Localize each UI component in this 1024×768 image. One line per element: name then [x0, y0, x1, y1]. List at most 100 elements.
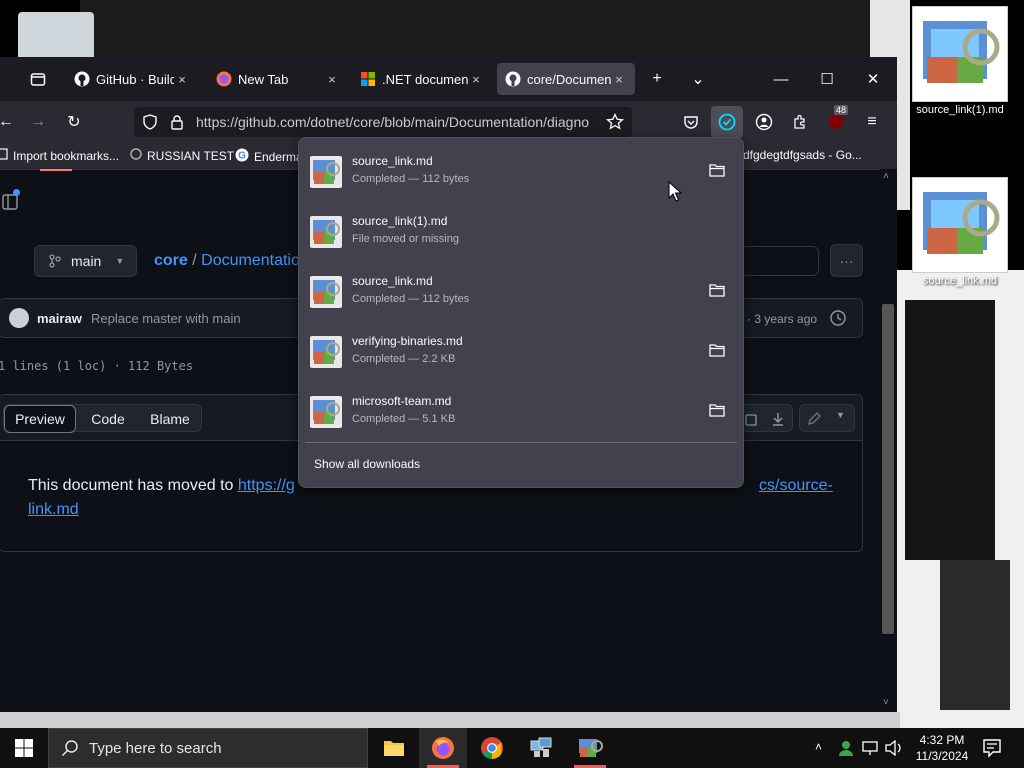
- tab-code[interactable]: Code: [78, 405, 138, 433]
- bookmark-import[interactable]: Import bookmarks...: [0, 148, 119, 163]
- tab-new-tab[interactable]: New Tab ×: [208, 63, 348, 95]
- bookmark-label: Import bookmarks...: [13, 148, 120, 163]
- sidebar-toggle-icon[interactable]: [2, 189, 20, 216]
- scrollbar-thumb[interactable]: [882, 304, 894, 634]
- winrar-file-icon: [310, 276, 342, 308]
- desktop-file-source-link-1[interactable]: source_link(1).md: [905, 6, 1015, 116]
- go-to-file-input[interactable]: [740, 246, 819, 276]
- winrar-app[interactable]: [566, 728, 614, 768]
- reload-icon[interactable]: ↻: [62, 110, 86, 134]
- moved-link-end[interactable]: link.md: [28, 501, 79, 518]
- bookmark-enderman[interactable]: G Enderma: [235, 148, 303, 165]
- scroll-down-icon[interactable]: ˅: [883, 697, 889, 708]
- maximize-button[interactable]: ☐: [815, 67, 839, 91]
- branch-name: main: [71, 253, 102, 269]
- downloads-button[interactable]: [711, 106, 743, 138]
- tab-dotnet-docs[interactable]: .NET document ×: [352, 63, 492, 95]
- winrar-file-icon: [310, 336, 342, 368]
- tab-title: GitHub · Build a: [96, 71, 174, 87]
- download-status: Completed — 2.2 KB: [352, 353, 456, 365]
- back-icon[interactable]: ←: [0, 110, 18, 134]
- start-button[interactable]: [0, 728, 48, 768]
- more-options-button[interactable]: ···: [830, 244, 863, 277]
- tab-list-button[interactable]: ⌄: [686, 67, 710, 91]
- folder-icon[interactable]: [707, 160, 727, 180]
- shield-icon[interactable]: [142, 114, 158, 135]
- chrome-app[interactable]: [468, 728, 516, 768]
- clock-date: 11/3/2024: [915, 749, 969, 763]
- minimize-button[interactable]: —: [769, 67, 793, 91]
- download-item[interactable]: microsoft-team.md Completed — 5.1 KB: [305, 384, 737, 440]
- lock-icon[interactable]: [170, 114, 184, 135]
- close-window-button[interactable]: ✕: [861, 67, 885, 91]
- tab-core-documentation[interactable]: core/Document ×: [497, 63, 635, 95]
- edit-actions-group: ▼: [799, 404, 855, 432]
- user-tray-icon[interactable]: [837, 739, 855, 762]
- bookmark-star-icon[interactable]: [606, 112, 624, 136]
- file-explorer-app[interactable]: [370, 728, 418, 768]
- forward-icon[interactable]: →: [26, 110, 50, 134]
- tab-close-button[interactable]: ×: [174, 72, 190, 87]
- tab-preview[interactable]: Preview: [4, 405, 76, 433]
- moved-link[interactable]: https://g: [238, 477, 295, 494]
- bookmark-google-search[interactable]: dfgdegtdfgsads - Go...: [743, 148, 862, 162]
- desktop-file-source-link[interactable]: source_link.md: [905, 177, 1015, 287]
- download-item[interactable]: source_link(1).md File moved or missing: [305, 204, 737, 260]
- chevron-down-icon: ▼: [115, 256, 125, 266]
- url-bar[interactable]: https://github.com/dotnet/core/blob/main…: [134, 107, 632, 137]
- history-icon[interactable]: [829, 309, 847, 332]
- windows-taskbar: Type here to search ˄ 4:32 PM 11/3/2024: [0, 728, 1024, 768]
- tab-title: New Tab: [238, 71, 289, 87]
- new-tab-button[interactable]: +: [645, 67, 669, 91]
- download-item[interactable]: verifying-binaries.md Completed — 2.2 KB: [305, 324, 737, 380]
- import-icon: [0, 148, 8, 163]
- tab-close-button[interactable]: ×: [324, 72, 340, 87]
- pocket-icon[interactable]: [679, 110, 703, 134]
- copy-icon[interactable]: [742, 411, 758, 432]
- folder-icon[interactable]: [707, 340, 727, 360]
- folder-icon[interactable]: [707, 280, 727, 300]
- scroll-up-icon[interactable]: ˄: [883, 171, 889, 182]
- tab-title: .NET document: [382, 71, 468, 87]
- avatar[interactable]: [9, 308, 29, 328]
- chevron-down-icon[interactable]: ▼: [836, 410, 845, 420]
- download-filename: source_link.md: [352, 274, 433, 288]
- pencil-icon[interactable]: [806, 411, 822, 432]
- bookmark-label: Enderma: [254, 149, 303, 164]
- tab-github-build[interactable]: GitHub · Build a ×: [66, 63, 198, 95]
- bookmark-label: dfgdegtdfgsads - Go...: [743, 148, 862, 162]
- breadcrumb-path-link[interactable]: Documentatio: [201, 252, 300, 269]
- firefox-view-icon[interactable]: [26, 67, 50, 91]
- tab-blame[interactable]: Blame: [138, 405, 202, 433]
- notification-center-icon[interactable]: [982, 738, 1002, 763]
- commit-message[interactable]: Replace master with main: [91, 311, 241, 326]
- download-icon[interactable]: [770, 411, 786, 432]
- tab-close-button[interactable]: ×: [611, 72, 627, 87]
- system-clock[interactable]: 4:32 PM 11/3/2024: [912, 732, 972, 764]
- search-placeholder: Type here to search: [89, 739, 222, 757]
- account-icon[interactable]: [752, 110, 776, 134]
- bookmark-russian-test[interactable]: RUSSIAN TEST: [130, 148, 234, 163]
- taskbar-search-box[interactable]: Type here to search: [48, 728, 368, 768]
- branch-selector-button[interactable]: main ▼: [34, 245, 137, 277]
- show-hidden-icons-chevron-icon[interactable]: ˄: [815, 740, 822, 754]
- tab-close-button[interactable]: ×: [468, 72, 484, 87]
- menu-hamburger-icon[interactable]: ≡: [860, 110, 884, 134]
- commit-time: · 3 years ago: [747, 312, 818, 326]
- network-app[interactable]: [517, 728, 565, 768]
- folder-icon[interactable]: [707, 400, 727, 420]
- breadcrumb-repo-link[interactable]: core: [154, 252, 188, 269]
- search-icon: [61, 740, 78, 757]
- download-item[interactable]: source_link.md Completed — 112 bytes: [305, 264, 737, 320]
- extensions-icon[interactable]: [788, 110, 812, 134]
- page-scrollbar[interactable]: ˄ ˅: [880, 169, 897, 712]
- tab-strip: GitHub · Build a × New Tab × .NET docume…: [0, 57, 897, 101]
- network-icon[interactable]: [862, 740, 880, 761]
- moved-link-continued[interactable]: cs/source-: [759, 474, 833, 498]
- volume-icon[interactable]: [885, 739, 905, 761]
- ublock-origin-icon[interactable]: 48: [824, 105, 849, 134]
- winrar-file-icon: [310, 156, 342, 188]
- commit-author[interactable]: mairaw: [37, 311, 82, 326]
- firefox-app[interactable]: [419, 728, 467, 768]
- show-all-downloads-button[interactable]: Show all downloads: [314, 457, 420, 471]
